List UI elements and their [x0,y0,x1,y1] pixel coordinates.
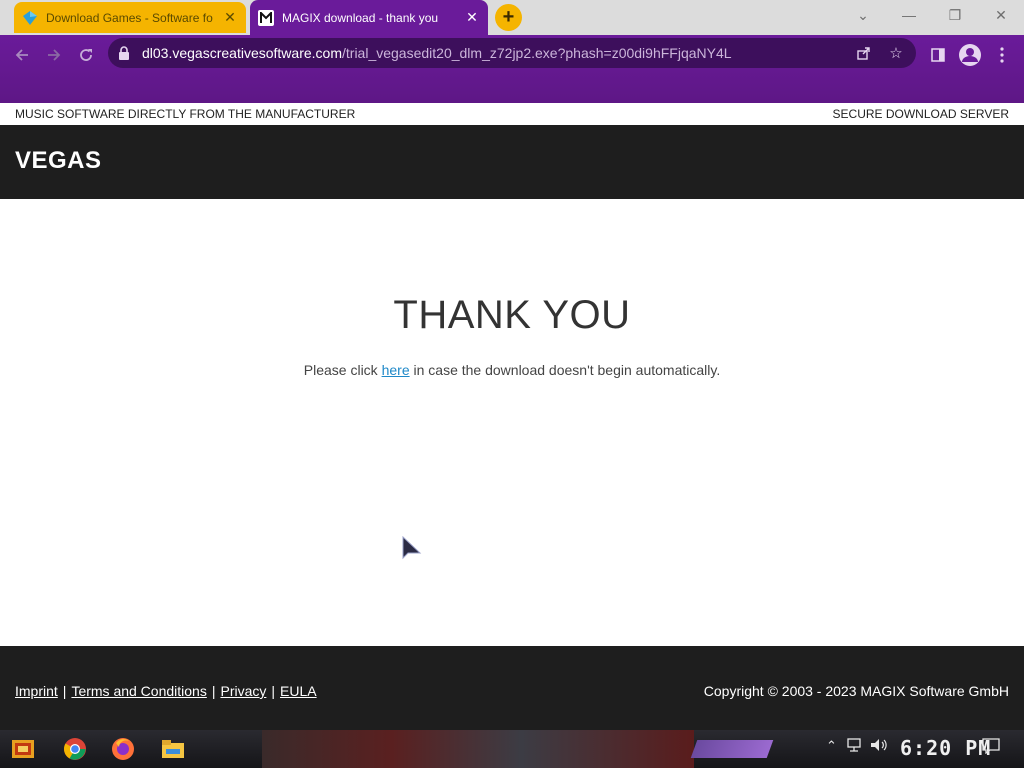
back-button[interactable] [8,41,36,69]
close-icon[interactable]: ✕ [222,9,238,26]
secure-server-label: SECURE DOWNLOAD SERVER [832,107,1009,121]
page-title: THANK YOU [393,293,631,337]
download-message: Please click here in case the download d… [303,362,721,378]
bookmark-star-icon[interactable]: ☆ [886,43,906,63]
taskbar-wallpaper-band [262,730,694,768]
tab-magix-download[interactable]: MAGIX download - thank you ✕ [250,0,488,35]
start-icon[interactable] [8,734,38,764]
browser-toolbar: dl03.vegascreativesoftware.com/trial_veg… [0,35,1024,103]
tab-title: Download Games - Software fo [46,10,213,25]
menu-kebab-icon[interactable] [988,41,1016,69]
forward-button[interactable] [40,41,68,69]
mouse-cursor-icon [402,536,422,560]
minimize-button[interactable]: — [886,0,932,30]
tab-search-icon[interactable]: ⌄ [840,0,886,30]
terms-link[interactable]: Terms and Conditions [71,683,206,699]
taskbar: ⌃ 6:20 PM [0,730,1024,768]
chevron-up-icon[interactable]: ⌃ [826,738,837,754]
reload-button[interactable] [72,41,100,69]
footer-links: Imprint | Terms and Conditions | Privacy | EUL… [15,683,317,699]
magix-m-icon [258,9,274,26]
chrome-icon[interactable] [60,734,90,764]
vegas-logo[interactable]: VEGAS [15,147,102,175]
profile-avatar-icon[interactable] [956,41,984,69]
tab-download-games[interactable]: Download Games - Software fo ✕ [14,2,246,33]
file-explorer-icon[interactable] [158,734,188,764]
main-content: THANK YOU Please click here in case the … [0,199,1024,646]
notifications-icon[interactable] [982,738,1000,754]
eula-link[interactable]: EULA [280,683,317,699]
top-strip: MUSIC SOFTWARE DIRECTLY FROM THE MANUFAC… [0,103,1024,125]
address-bar[interactable]: dl03.vegascreativesoftware.com/trial_veg… [108,38,916,68]
url-path: /trial_vegasedit20_dlm_z72jp2.exe?phash=… [342,45,732,61]
reload-icon [80,49,92,61]
tab-title: MAGIX download - thank you [282,10,439,25]
close-icon[interactable]: ✕ [464,9,480,26]
copyright: Copyright © 2003 - 2023 MAGIX Software G… [703,683,1009,699]
new-tab-button[interactable]: + [495,4,522,31]
manual-download-link[interactable]: here [382,362,410,378]
site-header: VEGAS [0,125,1024,199]
site-footer: Imprint | Terms and Conditions | Privacy | EUL… [0,646,1024,730]
side-panel-icon[interactable] [924,41,952,69]
privacy-link[interactable]: Privacy [220,683,266,699]
taskbar-decoration [690,740,774,758]
arrow-left-icon [15,49,28,61]
firefox-icon[interactable] [108,734,138,764]
share-icon[interactable] [854,43,874,63]
url-host: dl03.vegascreativesoftware.com [142,45,342,61]
network-icon[interactable] [846,738,862,752]
lock-icon [118,46,132,60]
clock[interactable]: 6:20 PM [900,736,991,760]
restore-button[interactable]: ❐ [932,0,978,30]
volume-icon[interactable] [870,738,888,752]
tagline: MUSIC SOFTWARE DIRECTLY FROM THE MANUFAC… [15,107,356,121]
browser-tab-bar: Download Games - Software fo ✕ MAGIX dow… [0,0,1024,35]
arrow-right-icon [48,49,61,61]
gem-icon [22,10,38,26]
close-window-button[interactable]: ✕ [978,0,1024,30]
imprint-link[interactable]: Imprint [15,683,58,699]
